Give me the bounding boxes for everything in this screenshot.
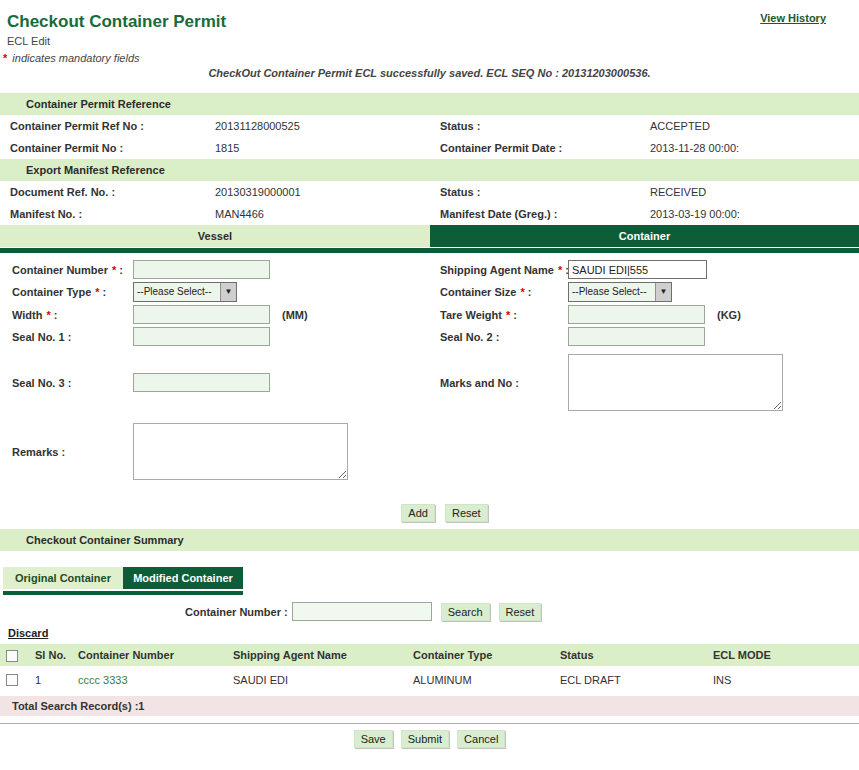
tare-weight-input[interactable] — [568, 305, 705, 324]
chevron-down-icon[interactable]: ▼ — [220, 283, 236, 301]
summary-table-header-row: Sl No. Container Number Shipping Agent N… — [0, 644, 859, 666]
select-all-checkbox[interactable] — [6, 650, 18, 662]
section-export-manifest-reference: Export Manifest Reference — [0, 159, 859, 181]
tab-container[interactable]: Container — [430, 225, 859, 247]
container-number-input[interactable] — [133, 260, 270, 279]
container-search-row: Container Number : Search Reset — [0, 602, 859, 621]
total-records-bar: Total Search Record(s) :1 — [0, 696, 859, 716]
col-ecl-mode: ECL MODE — [705, 644, 859, 666]
chevron-down-icon[interactable]: ▼ — [655, 283, 671, 301]
field-value: MAN4466 — [215, 203, 440, 225]
field-label: Status : — [440, 115, 650, 137]
required-star: * — [3, 52, 7, 64]
cell-status: ECL DRAFT — [552, 666, 705, 693]
field-value: RECEIVED — [650, 181, 859, 203]
field-value: 1815 — [215, 137, 440, 159]
tab-vessel[interactable]: Vessel — [0, 225, 430, 247]
field-value: 2013-11-28 00:00: — [650, 137, 859, 159]
container-number-search-input[interactable] — [292, 602, 432, 621]
col-shipping-agent-name: Shipping Agent Name — [225, 644, 405, 666]
page-header: Checkout Container Permit ECL Edit View … — [0, 0, 859, 47]
tab-original-container[interactable]: Original Container — [3, 567, 123, 589]
page-subtitle: ECL Edit — [7, 35, 859, 47]
reset-button[interactable]: Reset — [445, 504, 488, 522]
col-sl-no: Sl No. — [27, 644, 70, 666]
cell-ecl-mode: INS — [705, 666, 859, 693]
field-label: Status : — [440, 181, 650, 203]
field-label: Container Permit Date : — [440, 137, 650, 159]
cell-container-type: ALUMINUM — [405, 666, 552, 693]
tare-weight-label: Tare Weight*: — [440, 305, 568, 324]
save-button[interactable]: Save — [354, 730, 393, 748]
container-number-label: Container Number*: — [12, 260, 133, 279]
view-history-link[interactable]: View History — [760, 12, 826, 24]
seal-no-2-input[interactable] — [568, 327, 705, 346]
remarks-textarea[interactable] — [133, 423, 348, 480]
field-value: 20131128000525 — [215, 115, 440, 137]
field-label: Container Permit Ref No : — [10, 115, 215, 137]
field-value: ACCEPTED — [650, 115, 859, 137]
cancel-button[interactable]: Cancel — [457, 730, 505, 748]
checkout-container-permit-page: Checkout Container Permit ECL Edit View … — [0, 0, 859, 770]
manifest-reference-grid: Document Ref. No. : 20130319000001 Statu… — [0, 181, 859, 225]
field-label: Manifest No. : — [10, 203, 215, 225]
success-message: CheckOut Container Permit ECL successful… — [0, 67, 859, 79]
seal-no-3-input[interactable] — [133, 373, 270, 392]
seal-no-3-label: Seal No. 3 : — [12, 377, 133, 389]
container-size-selected-value: --Please Select-- — [569, 283, 655, 301]
add-button[interactable]: Add — [401, 504, 435, 522]
main-tab-bar: Vessel Container — [0, 225, 859, 247]
container-type-selected-value: --Please Select-- — [134, 283, 220, 301]
field-label: Document Ref. No. : — [10, 181, 215, 203]
field-value: 20130319000001 — [215, 181, 440, 203]
form-actions: Add Reset — [0, 504, 859, 522]
marks-and-no-label: Marks and No : — [440, 377, 568, 389]
seal-no-2-label: Seal No. 2 : — [440, 327, 568, 346]
page-title: Checkout Container Permit — [7, 12, 859, 32]
section-checkout-container-summary: Checkout Container Summary — [0, 529, 859, 551]
tab-modified-container[interactable]: Modified Container — [123, 567, 243, 589]
shipping-agent-name-label: Shipping Agent Name*: — [440, 260, 568, 279]
seal-no-1-input[interactable] — [133, 327, 270, 346]
summary-tab-underline — [3, 591, 243, 595]
col-status: Status — [552, 644, 705, 666]
discard-link[interactable]: Discard — [8, 627, 48, 639]
seal-no-1-label: Seal No. 1 : — [12, 327, 133, 346]
permit-reference-grid: Container Permit Ref No : 20131128000525… — [0, 115, 859, 159]
container-type-label: Container Type*: — [12, 282, 133, 302]
tare-weight-unit: (KG) — [717, 305, 741, 324]
row-checkbox[interactable] — [6, 674, 18, 686]
mandatory-note-text: indicates mandatory fields — [9, 52, 139, 64]
field-value: 2013-03-19 00:00: — [650, 203, 859, 225]
search-reset-button[interactable]: Reset — [499, 603, 542, 621]
container-size-label: Container Size*: — [440, 282, 568, 302]
container-number-search-label: Container Number : — [185, 606, 288, 618]
section-container-permit-reference: Container Permit Reference — [0, 93, 859, 115]
field-label: Container Permit No : — [10, 137, 215, 159]
shipping-agent-name-input[interactable] — [568, 260, 707, 279]
container-number-link[interactable]: cccc 3333 — [78, 674, 128, 686]
marks-and-no-textarea[interactable] — [568, 354, 783, 411]
summary-table: Sl No. Container Number Shipping Agent N… — [0, 644, 859, 693]
mandatory-note: * indicates mandatory fields — [3, 52, 859, 64]
container-type-select[interactable]: --Please Select-- ▼ — [133, 282, 237, 302]
submit-button[interactable]: Submit — [401, 730, 449, 748]
summary-tab-bar: Original Container Modified Container — [3, 567, 859, 589]
width-input[interactable] — [133, 305, 270, 324]
col-container-type: Container Type — [405, 644, 552, 666]
table-row: 1 cccc 3333 SAUDI EDI ALUMINUM ECL DRAFT… — [0, 666, 859, 693]
cell-sl-no: 1 — [27, 666, 70, 693]
remarks-label: Remarks : — [12, 446, 133, 458]
search-button[interactable]: Search — [441, 603, 490, 621]
width-label: Width*: — [12, 305, 133, 324]
container-size-select[interactable]: --Please Select-- ▼ — [568, 282, 672, 302]
width-unit: (MM) — [282, 305, 308, 324]
cell-shipping-agent-name: SAUDI EDI — [225, 666, 405, 693]
col-container-number: Container Number — [70, 644, 225, 666]
footer-divider — [0, 723, 859, 724]
field-label: Manifest Date (Greg.) : — [440, 203, 650, 225]
footer-actions: Save Submit Cancel — [0, 730, 859, 748]
container-form: Container Number*: Shipping Agent Name*:… — [0, 253, 859, 522]
